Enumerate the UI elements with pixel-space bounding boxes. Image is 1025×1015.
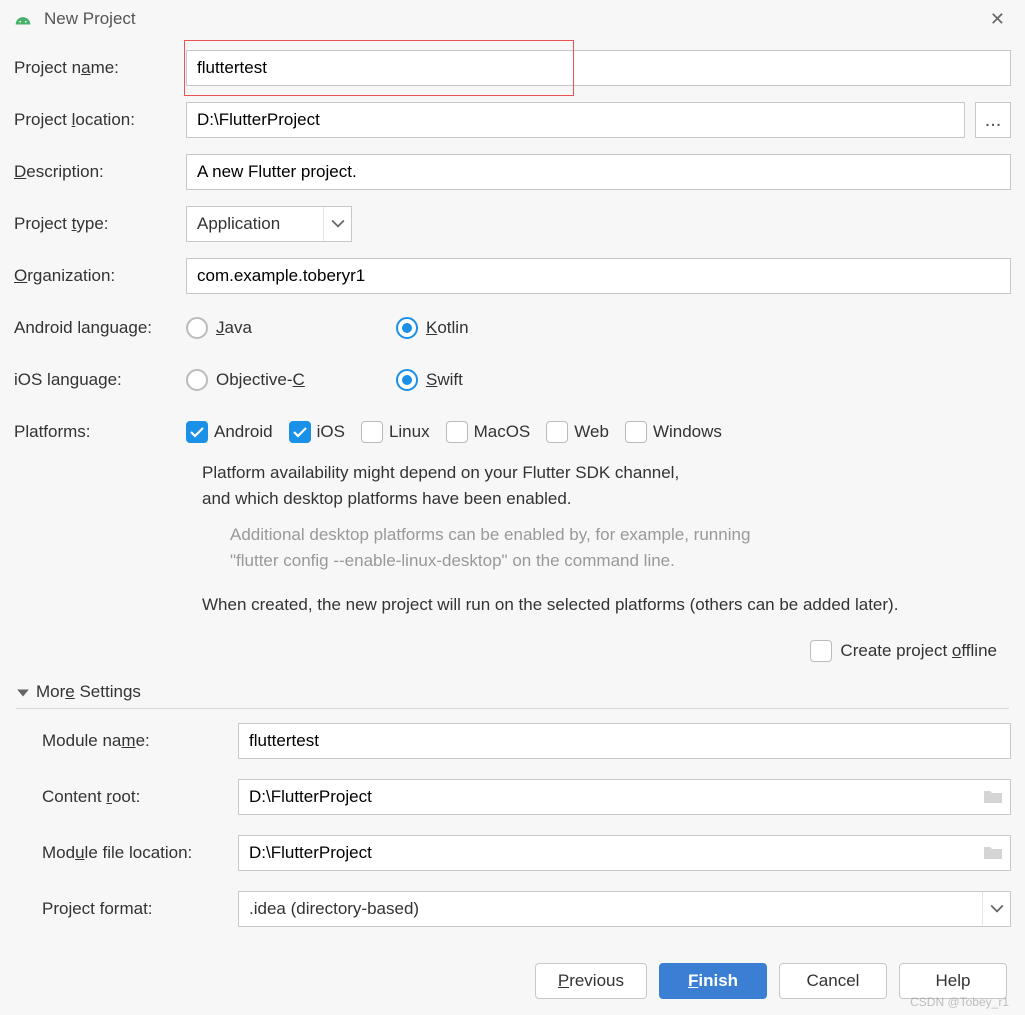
browse-location-button[interactable]: ...	[975, 102, 1011, 138]
radio-label: Kotlin	[426, 318, 469, 338]
project-format-value: .idea (directory-based)	[239, 899, 982, 919]
checkbox-icon	[289, 421, 311, 443]
window-title: New Project	[44, 9, 136, 29]
project-location-input[interactable]	[186, 102, 965, 138]
content-root-input[interactable]	[238, 779, 1011, 815]
checkbox-icon	[810, 640, 832, 662]
help-button[interactable]: Help	[899, 963, 1007, 999]
checkbox-label: Web	[574, 422, 609, 442]
ios-language-label: iOS language:	[14, 370, 186, 390]
platform-info-text: Platform availability might depend on yo…	[202, 460, 1011, 618]
project-format-select[interactable]: .idea (directory-based)	[238, 891, 1011, 927]
description-input[interactable]	[186, 154, 1011, 190]
android-icon	[12, 8, 34, 30]
radio-icon	[396, 369, 418, 391]
previous-button[interactable]: Previous	[535, 963, 647, 999]
project-type-label: Project type:	[14, 214, 186, 234]
platforms-label: Platforms:	[14, 422, 186, 442]
checkbox-icon	[361, 421, 383, 443]
radio-icon	[186, 317, 208, 339]
finish-button[interactable]: Finish	[659, 963, 767, 999]
content-root-label: Content root:	[42, 787, 238, 807]
radio-label: Objective-C	[216, 370, 305, 390]
create-offline-checkbox[interactable]: Create project offline	[810, 640, 997, 662]
checkbox-label: MacOS	[474, 422, 531, 442]
project-name-input[interactable]	[186, 50, 1011, 86]
module-name-label: Module name:	[42, 731, 238, 751]
checkbox-label: Linux	[389, 422, 430, 442]
ios-swift-radio[interactable]: Swift	[396, 369, 566, 391]
ios-objc-radio[interactable]: Objective-C	[186, 369, 356, 391]
chevron-down-icon	[323, 207, 351, 241]
android-language-label: Android language:	[14, 318, 186, 338]
platform-web-checkbox[interactable]: Web	[546, 421, 609, 443]
radio-label: Java	[216, 318, 252, 338]
close-icon[interactable]: ✕	[982, 5, 1013, 34]
description-label: Description:	[14, 162, 186, 182]
radio-icon	[396, 317, 418, 339]
chevron-down-icon	[982, 892, 1010, 926]
checkbox-label: iOS	[317, 422, 345, 442]
module-name-input[interactable]	[238, 723, 1011, 759]
checkbox-icon	[446, 421, 468, 443]
platform-linux-checkbox[interactable]: Linux	[361, 421, 430, 443]
checkbox-label: Create project offline	[840, 641, 997, 661]
module-file-location-input[interactable]	[238, 835, 1011, 871]
platform-android-checkbox[interactable]: Android	[186, 421, 273, 443]
cancel-button[interactable]: Cancel	[779, 963, 887, 999]
platform-macos-checkbox[interactable]: MacOS	[446, 421, 531, 443]
project-format-label: Project format:	[42, 899, 238, 919]
checkbox-label: Windows	[653, 422, 722, 442]
project-type-select[interactable]: Application	[186, 206, 352, 242]
project-location-label: Project location:	[14, 110, 186, 130]
android-java-radio[interactable]: Java	[186, 317, 356, 339]
platform-ios-checkbox[interactable]: iOS	[289, 421, 345, 443]
module-file-location-label: Module file location:	[42, 843, 238, 863]
titlebar: New Project ✕	[0, 0, 1025, 38]
project-type-value: Application	[187, 214, 323, 234]
project-name-label: Project name:	[14, 58, 186, 78]
platform-windows-checkbox[interactable]: Windows	[625, 421, 722, 443]
more-settings-title: More Settings	[36, 682, 141, 702]
radio-icon	[186, 369, 208, 391]
more-settings-expander[interactable]: More Settings	[16, 682, 1009, 709]
checkbox-icon	[186, 421, 208, 443]
dialog-footer: Previous Finish Cancel Help	[0, 951, 1025, 1015]
triangle-down-icon	[16, 685, 30, 699]
radio-label: Swift	[426, 370, 463, 390]
checkbox-icon	[546, 421, 568, 443]
android-kotlin-radio[interactable]: Kotlin	[396, 317, 566, 339]
organization-label: Organization:	[14, 266, 186, 286]
organization-input[interactable]	[186, 258, 1011, 294]
checkbox-icon	[625, 421, 647, 443]
checkbox-label: Android	[214, 422, 273, 442]
